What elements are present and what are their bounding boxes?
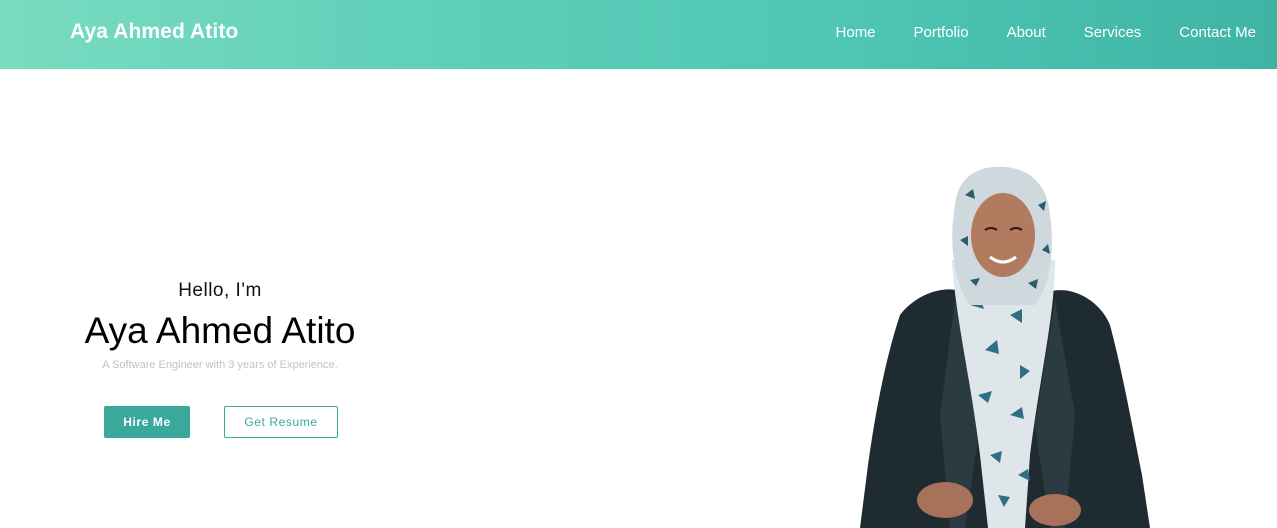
nav-link-home[interactable]: Home	[836, 24, 876, 41]
photo-hand-left	[917, 482, 973, 518]
nav-link-about[interactable]: About	[1007, 24, 1046, 41]
nav-link-services[interactable]: Services	[1084, 24, 1142, 41]
nav-menu: Home Portfolio About Services Contact Me	[798, 24, 1256, 41]
hero-intro: Hello, I'm Aya Ahmed Atito A Software En…	[40, 278, 400, 372]
brand-logo-text[interactable]: Aya Ahmed Atito	[70, 20, 238, 44]
hero-name-heading: Aya Ahmed Atito	[84, 310, 356, 351]
hero-greeting: Hello, I'm	[178, 280, 262, 301]
nav-link-portfolio[interactable]: Portfolio	[914, 24, 969, 41]
get-resume-button[interactable]: Get Resume	[224, 406, 338, 438]
photo-hand-right	[1029, 494, 1081, 526]
profile-photo	[860, 166, 1150, 528]
hire-me-button[interactable]: Hire Me	[104, 406, 190, 438]
nav-link-contact[interactable]: Contact Me	[1179, 24, 1256, 41]
photo-face	[971, 193, 1035, 277]
hero-tagline: A Software Engineer with 3 years of Expe…	[102, 359, 338, 371]
top-navbar: Aya Ahmed Atito Home Portfolio About Ser…	[0, 0, 1277, 69]
